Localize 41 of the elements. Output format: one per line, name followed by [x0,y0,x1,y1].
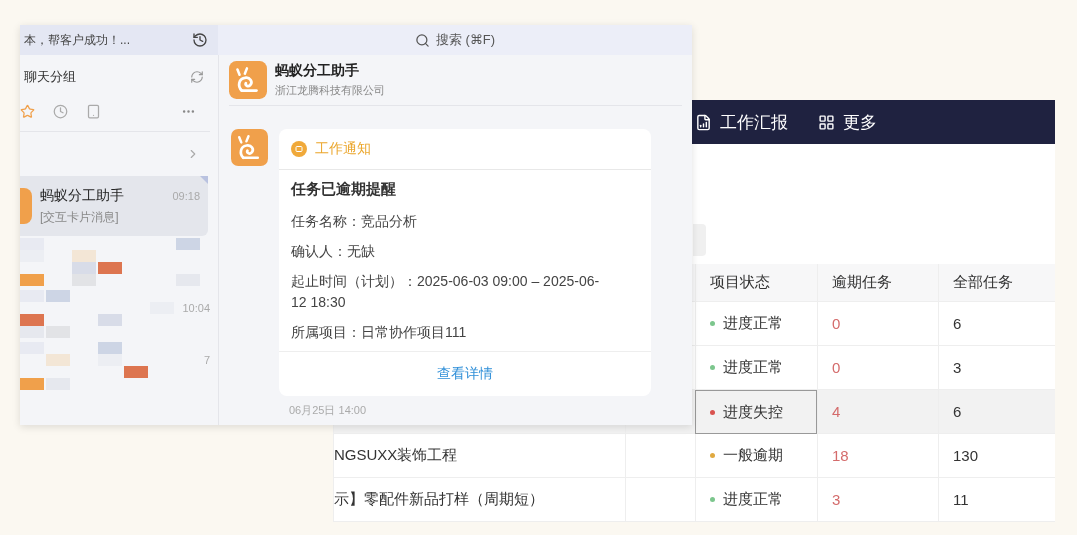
chat-time: 09:18 [172,190,200,202]
column-header: 项目状态 [695,264,817,302]
chat-preview: [交互卡片消息] [40,208,119,226]
total-cell: 6 [938,390,1055,434]
total-cell: 6 [938,302,1055,346]
overdue-cell: 0 [817,346,938,390]
overdue-cell: 0 [817,302,938,346]
chat-time: 10:04 [182,302,210,314]
message-timestamp: 06月25日 14:00 [288,403,368,418]
project-name-cell: 示】零配件新品打样（周期短） [333,478,625,522]
card-title: 任务已逾期提醒 [291,180,397,199]
search-field[interactable]: 搜索 (⌘F) [218,25,692,55]
overdue-cell: 3 [817,478,938,522]
chat-name: 蚂蚁分工助手 [40,186,124,205]
chat-time: 7 [203,354,210,366]
status-text: 进度正常 [723,358,783,377]
company-name: 浙江龙腾科技有限公司 [275,83,385,98]
sidebar-title: 聊天分组 [24,68,76,86]
status-text: 进度正常 [723,314,783,333]
status-text: 进度失控 [723,402,783,422]
total-cell: 11 [938,478,1055,522]
chat-item[interactable]: 蚂蚁分工助手 [交互卡片消息] 09:18 [20,176,208,236]
project-name-cell: NGSUXX装饰工程 [333,434,625,478]
view-details-link[interactable]: 查看详情 [279,352,651,396]
total-cell: 130 [938,434,1055,478]
overdue-cell: 18 [817,434,938,478]
nav-item[interactable]: 工作汇报 [695,110,788,134]
banner-text: 本，帮客户成功！... [24,31,130,49]
card-field: 所属项目：日常协作项目111 [291,322,611,343]
conversation-name: 蚂蚁分工助手 [275,62,360,80]
total-cell: 3 [938,346,1055,390]
status-text: 一般逾期 [723,446,783,465]
overdue-cell: 4 [817,390,938,434]
column-header: 全部任务 [938,264,1055,302]
nav-item[interactable]: 更多 [818,110,877,134]
status-text: 进度正常 [723,490,783,509]
card-tag: 工作通知 [315,140,371,158]
card-field: 任务名称：竞品分析 [291,211,611,232]
column-header: 逾期任务 [817,264,938,302]
card-field: 确认人：无缺 [291,241,611,262]
card-field: 起止时间（计划）：2025-06-03 09:00 – 2025-06-12 18:30 [291,271,611,313]
